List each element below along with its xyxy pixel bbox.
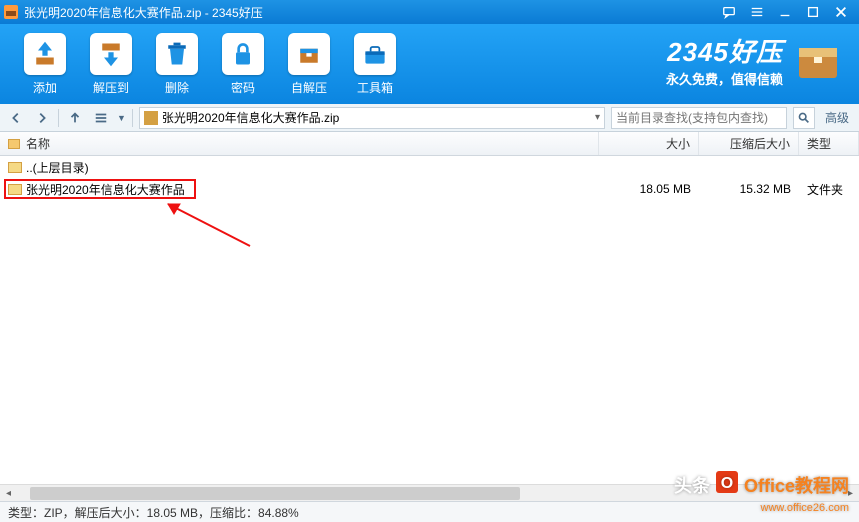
feedback-icon[interactable] <box>715 2 743 22</box>
separator <box>132 109 133 127</box>
dropdown-icon[interactable]: ▼ <box>117 113 126 123</box>
advanced-link[interactable]: 高级 <box>821 109 853 126</box>
maximize-button[interactable] <box>799 2 827 22</box>
watermark: 头条 O Office教程网 www.office26.com <box>674 469 849 500</box>
close-button[interactable] <box>827 2 855 22</box>
status-text: 类型：ZIP，解压后大小：18.05 MB，压缩比：84.88% <box>8 504 299 521</box>
list-item-folder[interactable]: 张光明2020年信息化大赛作品 18.05 MB 15.32 MB 文件夹 <box>0 178 859 200</box>
path-box[interactable]: 张光明2020年信息化大赛作品.zip ▾ <box>139 107 605 129</box>
search-button[interactable] <box>793 107 815 129</box>
brand-box-icon <box>793 34 843 87</box>
navbar: ▼ 张光明2020年信息化大赛作品.zip ▾ 高级 <box>0 104 859 132</box>
office-icon: O <box>714 469 740 500</box>
lock-icon <box>222 33 264 75</box>
scroll-left-button[interactable]: ◂ <box>0 485 17 502</box>
trash-icon <box>156 33 198 75</box>
brand-name: 2345好压 <box>666 32 783 69</box>
password-button[interactable]: 密码 <box>210 33 276 96</box>
svg-text:O: O <box>721 475 733 492</box>
zip-icon <box>144 111 158 125</box>
sfx-button[interactable]: 自解压 <box>276 33 342 96</box>
column-headers: 名称 大小 压缩后大小 类型 <box>0 132 859 156</box>
separator <box>58 109 59 127</box>
titlebar: 张光明2020年信息化大赛作品.zip - 2345好压 <box>0 0 859 24</box>
folder-icon <box>8 162 22 173</box>
list-item-up[interactable]: ..(上层目录) <box>0 156 859 178</box>
col-size[interactable]: 大小 <box>599 132 699 155</box>
window-title: 张光明2020年信息化大赛作品.zip - 2345好压 <box>24 4 715 21</box>
col-compressed[interactable]: 压缩后大小 <box>699 132 799 155</box>
file-list: ..(上层目录) 张光明2020年信息化大赛作品 18.05 MB 15.32 … <box>0 156 859 484</box>
add-button[interactable]: 添加 <box>12 33 78 96</box>
col-type[interactable]: 类型 <box>799 132 859 155</box>
folder-header-icon <box>8 139 20 149</box>
sfx-icon <box>288 33 330 75</box>
path-dropdown-icon[interactable]: ▾ <box>595 112 600 123</box>
search-box[interactable] <box>611 107 787 129</box>
up-button[interactable] <box>65 108 85 128</box>
forward-button[interactable] <box>32 108 52 128</box>
status-bar: 类型：ZIP，解压后大小：18.05 MB，压缩比：84.88% <box>0 501 859 522</box>
app-icon <box>4 5 18 19</box>
extract-button[interactable]: 解压到 <box>78 33 144 96</box>
extract-icon <box>90 33 132 75</box>
tools-button[interactable]: 工具箱 <box>342 33 408 96</box>
search-input[interactable] <box>616 111 782 125</box>
col-name[interactable]: 名称 <box>0 132 599 155</box>
brand-area: 2345好压 永久免费，值得信赖 <box>666 32 843 88</box>
annotation-arrow <box>150 196 260 259</box>
delete-button[interactable]: 删除 <box>144 33 210 96</box>
path-text: 张光明2020年信息化大赛作品.zip <box>162 109 339 126</box>
view-button[interactable] <box>91 108 111 128</box>
toolbox-icon <box>354 33 396 75</box>
folder-icon <box>8 184 22 195</box>
scroll-thumb[interactable] <box>30 487 520 500</box>
main-toolbar: 添加 解压到 删除 密码 自解压 工具箱 2345好压 永久免费，值得信赖 <box>0 24 859 104</box>
add-icon <box>24 33 66 75</box>
minimize-button[interactable] <box>771 2 799 22</box>
menu-icon[interactable] <box>743 2 771 22</box>
back-button[interactable] <box>6 108 26 128</box>
window-controls <box>715 2 855 22</box>
brand-slogan: 永久免费，值得信赖 <box>666 69 783 88</box>
